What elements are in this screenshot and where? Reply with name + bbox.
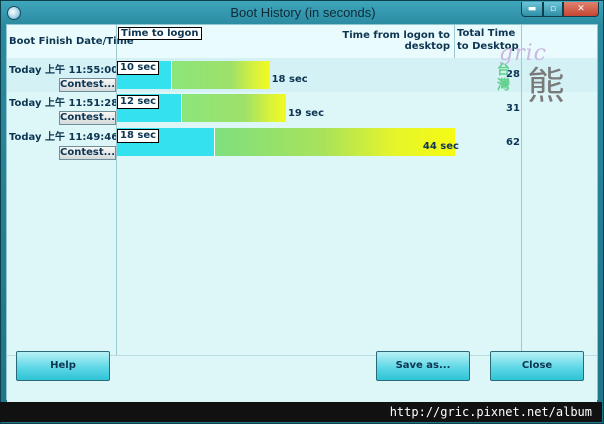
row-date: Today 上午 11:55:00 [9, 65, 119, 76]
column-header-date[interactable]: Boot Finish Date/Time [9, 36, 134, 47]
title-bar[interactable]: Boot History (in seconds) ▬ ▫ ✕ [1, 1, 604, 25]
boot-history-panel: Boot Finish Date/Time Time to logon Time… [6, 24, 598, 402]
maximize-button[interactable]: ▫ [543, 2, 563, 17]
contest-button[interactable]: Contest... [59, 78, 116, 92]
logon-time-label: 10 sec [117, 61, 160, 75]
save-as-button[interactable]: Save as... [376, 351, 470, 381]
column-header-desktop[interactable]: Time from logon to desktop [297, 30, 450, 52]
logon-time-label: 18 sec [117, 129, 160, 143]
window-title: Boot History (in seconds) [230, 5, 376, 20]
watermark: gric 台灣 熊 [487, 41, 597, 127]
desktop-bar [171, 61, 270, 89]
row-date: Today 上午 11:51:28 [9, 98, 119, 109]
watermark-region: 台灣 [497, 63, 511, 93]
desktop-time-label: 19 sec [287, 108, 324, 119]
help-button[interactable]: Help [16, 351, 110, 381]
desktop-time-label: 44 sec [422, 141, 459, 152]
column-divider [116, 25, 117, 355]
minimize-button[interactable]: ▬ [521, 2, 543, 17]
window-close-button[interactable]: ✕ [563, 2, 599, 17]
desktop-bar [182, 94, 286, 122]
desktop-time-label: 18 sec [271, 74, 308, 85]
watermark-bear-glyph: 熊 [527, 64, 566, 108]
close-button[interactable]: Close [490, 351, 584, 381]
column-divider [454, 25, 455, 58]
contest-button[interactable]: Contest... [59, 111, 116, 125]
row-date: Today 上午 11:49:46 [9, 132, 119, 143]
column-header-logon[interactable]: Time to logon [118, 27, 202, 40]
desktop-bar [215, 128, 455, 156]
logon-time-label: 12 sec [117, 95, 160, 109]
contest-button[interactable]: Contest... [59, 146, 116, 160]
footer-url-strip: http://gric.pixnet.net/album [0, 402, 602, 422]
total-time-value: 62 [506, 137, 520, 148]
